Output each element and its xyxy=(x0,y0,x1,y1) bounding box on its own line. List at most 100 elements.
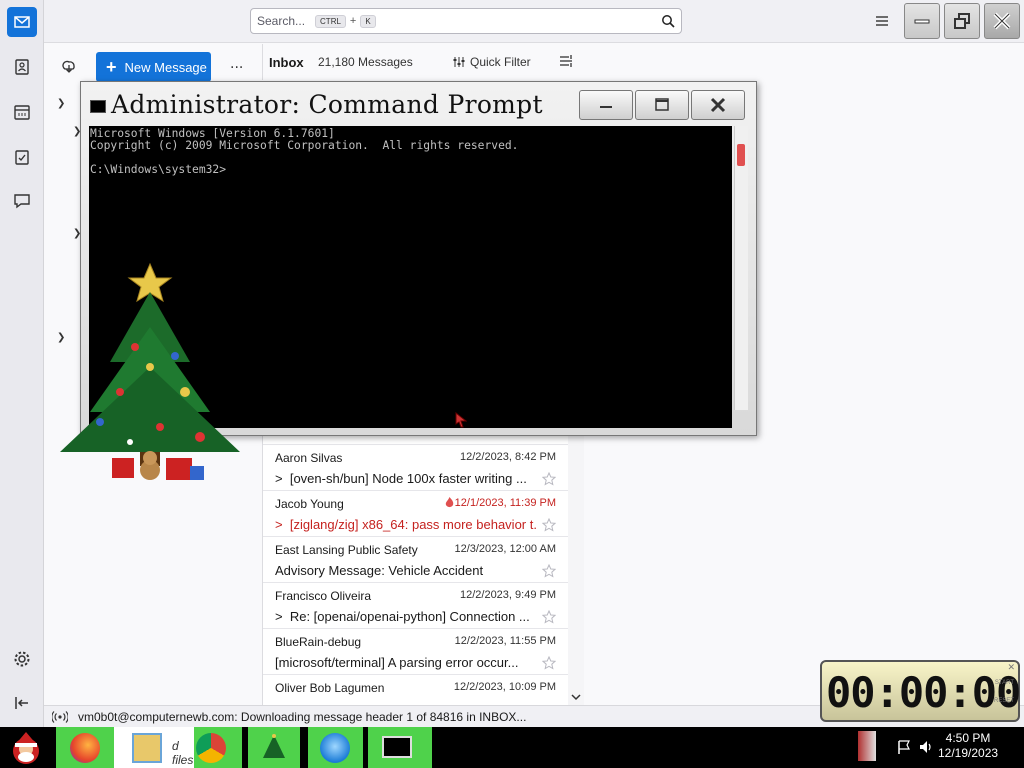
message-sender: Aaron Silvas xyxy=(275,451,343,465)
list-display-options-icon[interactable] xyxy=(559,54,573,68)
message-row[interactable]: BlueRain-debug 12/2/2023, 11:55 PM [micros… xyxy=(263,629,568,675)
thread-chevron-icon[interactable]: > xyxy=(275,471,290,486)
chevron-down-icon[interactable]: ❯ xyxy=(57,98,67,109)
message-date: 12/2/2023, 9:49 PM xyxy=(459,589,556,601)
taskbar-thunderbird[interactable] xyxy=(308,727,363,768)
calendar-icon xyxy=(14,105,30,120)
cmd-scrollbar[interactable] xyxy=(734,126,748,410)
get-messages-icon[interactable] xyxy=(60,57,78,75)
message-row[interactable]: East Lansing Public Safety 12/3/2023, 12:… xyxy=(263,537,568,583)
taskbar-command-prompt[interactable] xyxy=(368,727,432,768)
message-list-scrollbar[interactable] xyxy=(568,427,584,705)
taskbar-christmas-tree[interactable] xyxy=(248,727,300,768)
close-button[interactable] xyxy=(984,3,1020,39)
star-icon[interactable] xyxy=(542,564,556,578)
show-desktop-icon[interactable] xyxy=(858,731,876,761)
plus-icon: + xyxy=(106,57,117,77)
quick-filter-label: Quick Filter xyxy=(470,55,531,69)
taskbar-firefox[interactable] xyxy=(56,727,114,768)
message-row[interactable]: Jacob Young 12/1/2023, 11:39 PM > [ziglang… xyxy=(263,491,568,537)
star-icon[interactable] xyxy=(542,518,556,532)
message-date: 12/2/2023, 8:42 PM xyxy=(459,451,556,463)
more-options-button[interactable]: ... xyxy=(230,56,243,72)
message-count: 21,180 Messages xyxy=(318,55,413,69)
filter-icon xyxy=(453,57,465,67)
message-sender: Oliver Bob Lagumen xyxy=(275,681,385,695)
message-subject-line: > [oven-sh/bun] Node 100x faster writing… xyxy=(275,471,537,486)
volume-icon[interactable] xyxy=(918,739,934,755)
search-input[interactable]: Search... CTRL + K xyxy=(250,8,682,34)
cmd-maximize-button[interactable] xyxy=(635,90,689,120)
message-subject: [ziglang/zig] x86_64: pass more behavior… xyxy=(289,517,537,532)
calendar-button[interactable] xyxy=(7,97,37,127)
stopwatch-reset-button[interactable]: RESET xyxy=(994,698,1014,704)
star-icon[interactable] xyxy=(542,610,556,624)
new-message-label: New Message xyxy=(124,59,207,75)
folder-title: Inbox xyxy=(269,55,304,70)
scroll-down-icon[interactable] xyxy=(568,689,584,705)
message-row[interactable]: Aaron Silvas 12/2/2023, 8:42 PM > [oven-sh… xyxy=(263,445,568,491)
restore-button[interactable] xyxy=(944,3,980,39)
message-date: 12/3/2023, 12:00 AM xyxy=(454,543,556,555)
taskbar-explorer[interactable]: d files xyxy=(114,727,194,768)
folder-icon xyxy=(132,733,162,763)
stopwatch-start-button[interactable]: START xyxy=(995,680,1014,686)
message-list: [rust-lang/rust] Fix parser ICE from att… xyxy=(262,427,568,705)
shortcut-plus: + xyxy=(349,15,357,27)
christmas-tree-gadget xyxy=(60,262,240,480)
cmd-icon xyxy=(90,100,106,113)
start-button[interactable] xyxy=(4,727,48,768)
address-book-button[interactable] xyxy=(7,52,37,82)
thread-chevron-icon[interactable]: > xyxy=(275,517,290,532)
minimize-icon xyxy=(914,19,930,24)
mail-icon xyxy=(14,16,30,28)
tasks-button[interactable] xyxy=(7,142,37,172)
mail-space-button[interactable] xyxy=(7,7,37,37)
message-subject-line: > Re: [openai/openai-python] Connection … xyxy=(275,609,537,624)
tree-icon xyxy=(263,734,285,758)
chat-icon xyxy=(14,194,30,209)
message-row[interactable]: Oliver Bob Lagumen 12/2/2023, 10:09 PM xyxy=(263,675,568,705)
message-sender: Francisco Oliveira xyxy=(275,589,372,603)
search-icon[interactable] xyxy=(661,14,675,28)
collapse-spaces-button[interactable] xyxy=(7,688,37,718)
action-center-flag-icon[interactable] xyxy=(896,739,912,755)
message-subject-line: Advisory Message: Vehicle Accident xyxy=(275,563,537,578)
taskbar: d files 4:50 PM 12/19/2023 xyxy=(0,727,1024,768)
mouse-cursor-icon xyxy=(455,412,467,428)
chat-button[interactable] xyxy=(7,186,37,216)
thread-chevron-icon[interactable]: > xyxy=(275,609,290,624)
tray-clock[interactable]: 4:50 PM 12/19/2023 xyxy=(938,731,998,761)
flame-icon xyxy=(445,497,454,508)
tray-date: 12/19/2023 xyxy=(938,746,999,760)
message-date: 12/2/2023, 10:09 PM xyxy=(453,681,556,693)
spaces-toolbar xyxy=(0,0,44,727)
settings-button[interactable] xyxy=(7,644,37,674)
new-message-button[interactable]: + New Message xyxy=(96,52,211,82)
status-text: vm0b0t@computernewb.com: Downloading mes… xyxy=(78,709,527,724)
quick-filter-button[interactable]: Quick Filter xyxy=(453,55,531,69)
cmd-minimize-button[interactable] xyxy=(579,90,633,120)
message-sender: Jacob Young xyxy=(275,497,344,511)
message-date: 12/1/2023, 11:39 PM xyxy=(454,497,556,509)
shortcut-key-ctrl: CTRL xyxy=(315,14,346,28)
message-date: 12/2/2023, 11:55 PM xyxy=(454,635,556,647)
message-list-header: Inbox 21,180 Messages Quick Filter xyxy=(262,44,584,80)
cmd-close-button[interactable] xyxy=(691,90,745,120)
message-row[interactable]: Francisco Oliveira 12/2/2023, 9:49 PM > Re… xyxy=(263,583,568,629)
maximize-icon xyxy=(655,98,669,111)
app-menu-icon[interactable] xyxy=(874,13,890,29)
message-subject: [oven-sh/bun] Node 100x faster writing .… xyxy=(289,471,527,486)
star-icon[interactable] xyxy=(542,472,556,486)
address-book-icon xyxy=(15,59,29,75)
minimize-button[interactable] xyxy=(904,3,940,39)
restore-icon xyxy=(954,13,970,29)
chrome-icon xyxy=(196,733,226,763)
taskbar-chrome[interactable] xyxy=(194,727,242,768)
message-sender: East Lansing Public Safety xyxy=(275,543,418,557)
close-icon xyxy=(993,12,1011,30)
star-icon[interactable] xyxy=(542,656,556,670)
system-tray: 4:50 PM 12/19/2023 xyxy=(852,727,1024,768)
cmd-scroll-thumb[interactable] xyxy=(737,144,745,166)
stopwatch-time: 00:00:00 xyxy=(826,668,1021,717)
